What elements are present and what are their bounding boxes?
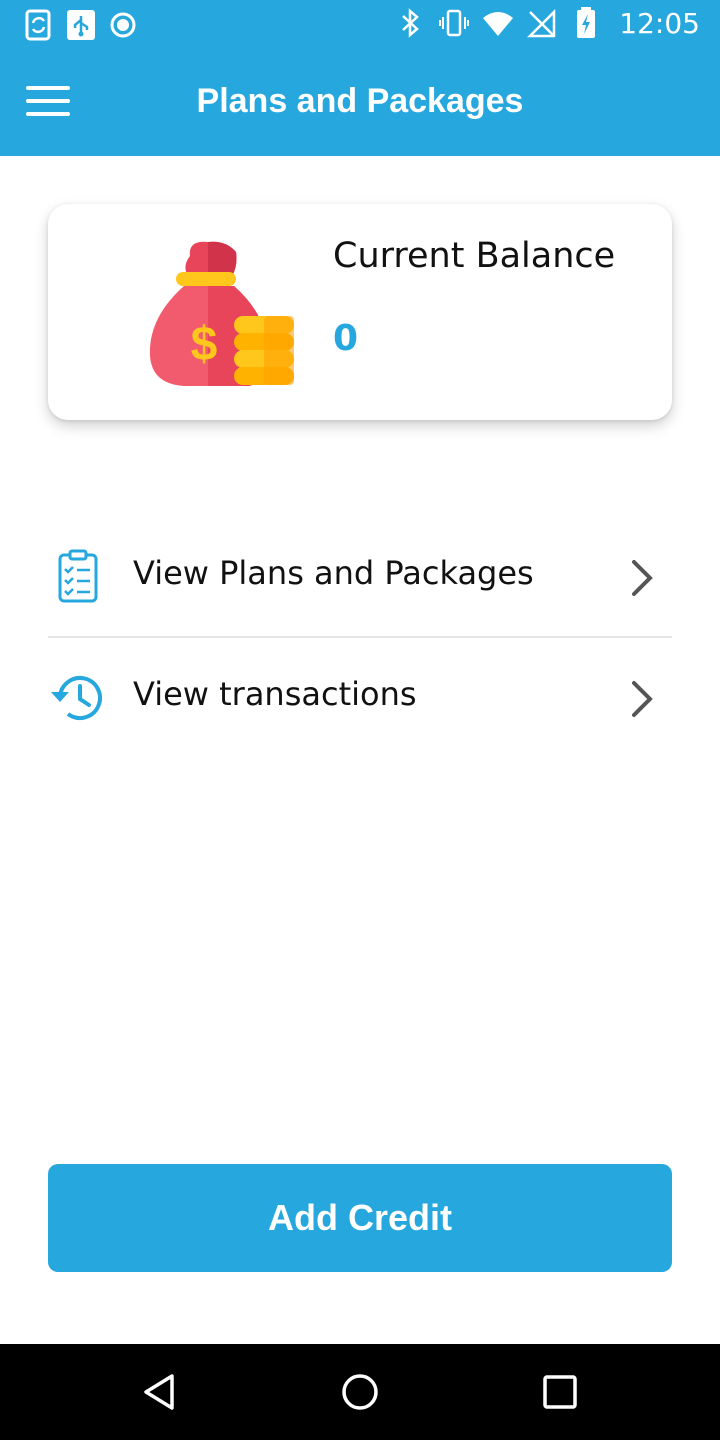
history-clock-icon [51,676,102,720]
recents-square-icon[interactable] [536,1368,584,1416]
bluetooth-icon [402,8,420,38]
status-bar: 12:05 [0,0,720,50]
navigation-bar [0,1344,720,1440]
divider [48,636,672,638]
sync-icon [25,9,51,41]
view-plans-label: View Plans and Packages [133,554,534,592]
battery-charging-icon [577,7,596,38]
status-time: 12:05 [619,6,700,40]
balance-label: Current Balance [333,236,616,276]
record-icon [110,12,136,38]
view-transactions-label: View transactions [133,675,417,713]
wifi-icon [483,12,514,36]
page-title: Plans and Packages [196,82,524,120]
view-plans-item[interactable]: View Plans and Packages [48,522,672,632]
home-circle-icon[interactable] [336,1368,384,1416]
vibrate-icon [439,9,470,37]
no-sim-icon [527,8,556,38]
add-credit-button[interactable]: Add Credit [48,1164,672,1272]
chevron-right-icon [632,560,653,596]
clipboard-checklist-icon [58,549,98,603]
svg-text:$: $ [191,318,218,371]
back-triangle-icon[interactable] [136,1368,184,1416]
balance-value: 0 [333,318,359,359]
usb-icon [67,10,95,40]
view-transactions-item[interactable]: View transactions [48,643,672,753]
chevron-right-icon [632,681,653,717]
money-bag-coins-icon: $ [149,241,294,386]
app-bar: 12:05 Plans and Packages [0,0,720,156]
balance-card: $ Current Balance 0 [48,204,672,420]
